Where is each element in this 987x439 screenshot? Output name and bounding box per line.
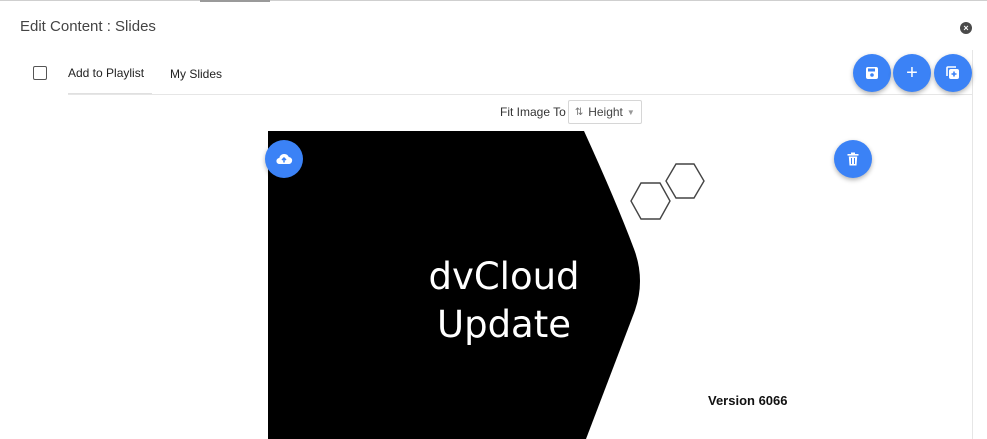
save-icon [866,67,878,79]
tab-add-to-playlist[interactable]: Add to Playlist [68,66,144,80]
hexagon-icon [630,182,671,220]
hexagon-icon [665,163,705,199]
slide-version: Version 6066 [708,393,788,408]
fit-image-label: Fit Image To [500,105,566,119]
select-all-checkbox[interactable] [33,66,47,80]
panel-right-border [972,50,973,439]
slide-title-line2: Update [437,303,571,346]
fit-image-row: Fit Image To ⇅ Height ▼ [500,100,642,124]
fit-image-value: Height [588,105,623,119]
delete-slide-button[interactable] [834,140,872,178]
swap-vertical-icon: ⇅ [574,106,584,118]
dialog-title: Edit Content : Slides [20,18,156,35]
chevron-down-icon: ▼ [626,107,635,117]
slide-title: dvCloud Update [414,253,594,349]
upload-image-button[interactable] [265,140,303,178]
copy-slide-button[interactable] [934,54,972,92]
toolbar-divider [68,94,973,95]
plus-icon: + [906,61,918,84]
cloud-upload-icon [276,153,293,165]
window-top-border [0,0,987,1]
add-slide-button[interactable]: + [893,54,931,92]
window-top-accent [200,0,270,2]
copy-icon [946,66,959,79]
fit-image-select[interactable]: ⇅ Height ▼ [567,100,642,124]
slide-title-line1: dvCloud [428,255,580,298]
toolbar [0,50,987,94]
close-icon[interactable]: × [960,22,972,34]
tab-my-slides[interactable]: My Slides [170,67,222,81]
trash-icon [847,152,859,166]
save-button[interactable] [853,54,891,92]
